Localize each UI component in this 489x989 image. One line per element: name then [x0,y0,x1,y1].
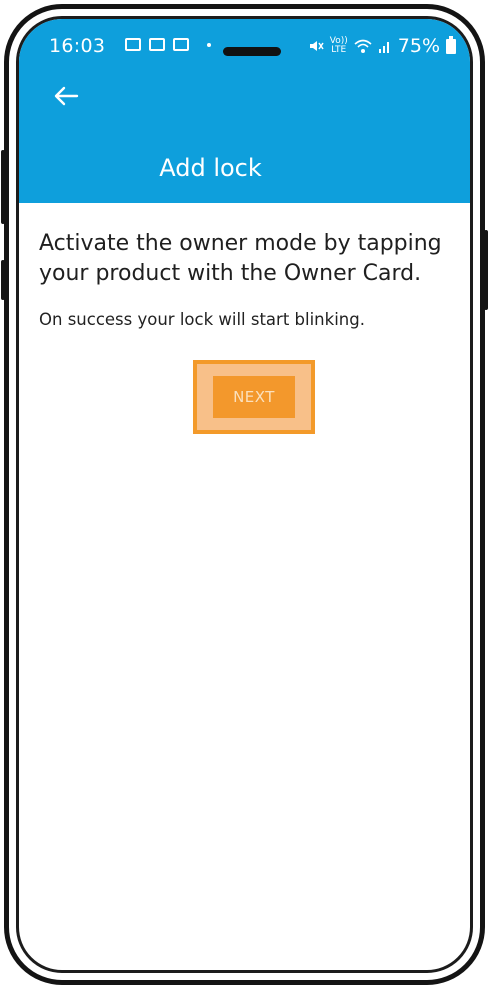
page-title: Add lock [159,154,262,182]
more-notifications-icon [207,42,211,47]
next-button-highlight: NEXT [193,360,315,434]
status-time: 16:03 [49,35,106,57]
main-content: Activate the owner mode by tapping your … [39,229,459,331]
notification-icons [125,38,211,51]
status-icons-right: Vo)) LTE 75% [308,35,456,57]
next-button[interactable]: NEXT [213,376,295,418]
instruction-subtext: On success your lock will start blinking… [39,310,365,329]
app-header: 16:03 Vo)) LTE 75% Add lock [19,19,470,203]
wifi-icon [354,39,372,53]
battery-icon [446,35,456,54]
battery-percent: 75% [397,35,440,57]
signal-icon [378,42,389,53]
mail-icon [149,38,165,51]
lte-label: LTE [331,45,347,55]
gmail-icon [173,38,189,51]
mute-icon [309,41,324,51]
status-bar: 16:03 Vo)) LTE 75% [19,31,470,65]
screenshot-canvas: 16:03 Vo)) LTE 75% Add lock Activate the… [0,0,489,989]
arrow-left-icon[interactable] [51,81,81,111]
network-type: Vo)) LTE [330,37,348,55]
phone-screen: 16:03 Vo)) LTE 75% Add lock Activate the… [16,16,473,973]
instruction-headline: Activate the owner mode by tapping your … [39,231,442,286]
camera-notch [223,47,281,56]
image-icon [125,38,141,51]
